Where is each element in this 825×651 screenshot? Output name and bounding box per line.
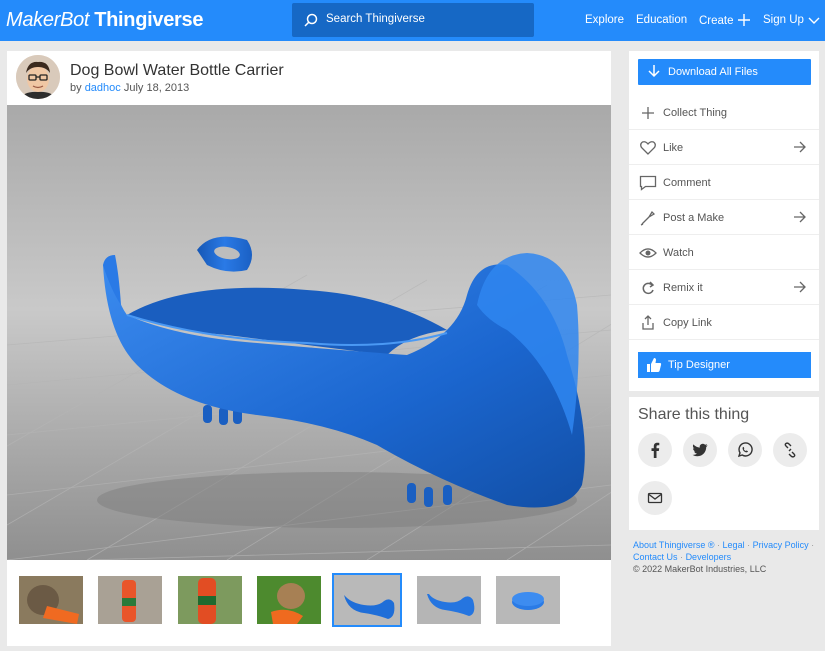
thing-byline: by dadhoc July 18, 2013	[70, 82, 189, 94]
thumbnail[interactable]	[417, 576, 481, 624]
page-title: Dog Bowl Water Bottle Carrier	[70, 62, 284, 79]
footer-copyright: © 2022 MakerBot Industries, LLC	[633, 564, 767, 574]
download-icon	[648, 65, 660, 78]
collect-thing-label: Collect Thing	[663, 107, 727, 119]
remix-label: Remix it	[663, 282, 703, 294]
remix-icon	[642, 281, 655, 295]
logo-thingiverse: Thingiverse	[94, 9, 204, 31]
share-icon	[642, 315, 654, 330]
comment-button[interactable]: Comment	[629, 165, 819, 200]
share-whatsapp-button[interactable]	[728, 433, 762, 467]
email-icon	[647, 492, 663, 504]
comment-label: Comment	[663, 177, 711, 189]
top-navigation-bar: MakerBot Thingiverse Search Thingiverse E…	[0, 0, 825, 41]
thumbnail[interactable]	[257, 576, 321, 624]
share-title: Share this thing	[638, 406, 750, 423]
nav-explore[interactable]: Explore	[585, 14, 624, 26]
thumbnail[interactable]	[19, 576, 83, 624]
footer-contact-link[interactable]: Contact Us	[633, 552, 678, 562]
share-twitter-button[interactable]	[683, 433, 717, 467]
logo-makerbot: MakerBot	[6, 9, 90, 31]
copy-link-button[interactable]: Copy Link	[629, 305, 819, 340]
thumbnail[interactable]	[98, 576, 162, 624]
model-viewer[interactable]	[7, 105, 611, 560]
share-link-button[interactable]	[773, 433, 807, 467]
author-link[interactable]: dadhoc	[85, 82, 121, 94]
remix-button[interactable]: Remix it	[629, 270, 819, 305]
watch-label: Watch	[663, 247, 694, 259]
download-all-label: Download All Files	[668, 66, 758, 78]
avatar-image	[16, 55, 60, 99]
footer-developers-link[interactable]: Developers	[686, 552, 732, 562]
actions-panel: Download All Files Collect Thing Like Co…	[629, 51, 819, 391]
footer-about-link[interactable]: About Thingiverse ®	[633, 540, 715, 550]
thumbnail[interactable]	[178, 576, 242, 624]
search-input[interactable]: Search Thingiverse	[292, 3, 534, 37]
arrow-right-icon	[794, 141, 806, 153]
site-logo[interactable]: MakerBot Thingiverse	[6, 9, 203, 31]
facebook-icon	[651, 442, 660, 458]
twitter-icon	[692, 443, 708, 457]
search-icon	[304, 13, 318, 27]
share-email-button[interactable]	[638, 481, 672, 515]
arrow-right-icon	[794, 281, 806, 293]
footer-links-row-2: Contact Us · Developers	[633, 552, 732, 562]
copy-link-label: Copy Link	[663, 317, 712, 329]
comment-icon	[639, 175, 657, 191]
watch-button[interactable]: Watch	[629, 235, 819, 270]
chevron-down-icon	[808, 17, 820, 24]
plus-icon	[642, 107, 654, 119]
footer-links-row-1: About Thingiverse ® · Legal · Privacy Po…	[633, 540, 815, 550]
nav-education[interactable]: Education	[636, 14, 687, 26]
thumbnail-strip	[7, 571, 611, 631]
nav-create[interactable]: Create	[699, 14, 750, 27]
arrow-right-icon	[794, 211, 806, 223]
tip-designer-button[interactable]: Tip Designer	[638, 352, 811, 378]
whatsapp-icon	[737, 442, 753, 458]
post-a-make-button[interactable]: Post a Make	[629, 200, 819, 235]
tip-designer-label: Tip Designer	[668, 359, 730, 371]
make-icon	[640, 210, 656, 226]
eye-icon	[639, 248, 657, 258]
nav-create-label: Create	[699, 15, 734, 27]
link-icon	[784, 442, 796, 458]
footer: About Thingiverse ® · Legal · Privacy Po…	[633, 539, 823, 575]
like-button[interactable]: Like	[629, 130, 819, 165]
download-all-button[interactable]: Download All Files	[638, 59, 811, 85]
like-label: Like	[663, 142, 684, 154]
thumbnail-active[interactable]	[332, 573, 402, 627]
by-label: by	[70, 82, 82, 94]
footer-privacy-link[interactable]: Privacy Policy	[753, 540, 809, 550]
footer-legal-link[interactable]: Legal	[723, 540, 745, 550]
model-render	[7, 105, 611, 560]
collect-thing-button[interactable]: Collect Thing	[629, 95, 819, 130]
avatar[interactable]	[16, 55, 60, 99]
plus-icon	[737, 14, 750, 26]
thing-date: July 18, 2013	[123, 82, 190, 94]
share-facebook-button[interactable]	[638, 433, 672, 467]
share-panel: Share this thing	[629, 397, 819, 530]
thumbs-up-icon	[647, 358, 662, 372]
thing-card: Dog Bowl Water Bottle Carrier by dadhoc …	[7, 51, 611, 646]
search-placeholder: Search Thingiverse	[326, 13, 425, 25]
nav-signup[interactable]: Sign Up	[763, 14, 820, 26]
nav-signup-label: Sign Up	[763, 14, 804, 26]
post-a-make-label: Post a Make	[663, 212, 725, 224]
heart-icon	[640, 141, 656, 155]
thumbnail[interactable]	[496, 576, 560, 624]
